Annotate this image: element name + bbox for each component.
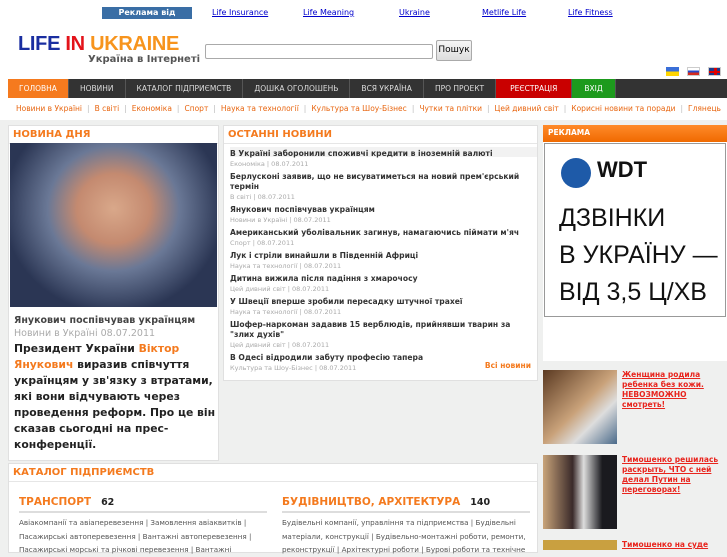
text: Президент України — [14, 342, 139, 355]
google-ads-badge: Реклама від Google — [102, 7, 192, 29]
logo[interactable]: LIFE IN UKRAINE — [18, 33, 179, 56]
category-links[interactable]: Авіакомпанії та авіаперевезення | Замовл… — [19, 516, 267, 557]
catalog-category: ТРАНСПОРТ 62 Авіакомпанії та авіаперевезе… — [19, 490, 267, 557]
logo-word: IN — [65, 33, 85, 55]
promo-link[interactable]: Тимошенко решилась раскрыть, ЧТО с ней д… — [622, 455, 722, 495]
nav-about[interactable]: ПРО ПРОЕКТ — [424, 79, 497, 98]
promo-link[interactable]: Тимошенко на суде — [622, 540, 722, 550]
promo-link[interactable]: Женщина родила ребенка без кожи. НЕВОЗМО… — [622, 370, 722, 410]
category-name[interactable]: БУДІВНИЦТВО, АРХІТЕКТУРА — [282, 496, 460, 508]
nav-home[interactable]: ГОЛОВНА — [8, 79, 69, 98]
search-input[interactable] — [205, 44, 433, 59]
ad-banner[interactable]: WDT ДЗВІНКИ В УКРАЇНУ — ВІД 3,5 Ц/ХВ — [544, 143, 726, 317]
ad-line: ДЗВІНКИ — [559, 204, 666, 232]
all-news-link[interactable]: Всі новини — [485, 361, 531, 370]
ad-box: РЕКЛАМА WDT ДЗВІНКИ В УКРАЇНУ — ВІД 3,5 Ц/… — [543, 125, 727, 361]
subnav-item[interactable]: Корисні новини та поради — [571, 100, 675, 118]
subnav-item[interactable]: Глянець — [688, 100, 721, 118]
news-item: Шофер-наркоман задавив 15 верблюдів, при… — [230, 318, 537, 350]
nav-board[interactable]: ДОШКА ОГОЛОШЕНЬ — [243, 79, 351, 98]
subnav-item[interactable]: Спорт — [184, 100, 208, 118]
logo-word: LIFE — [18, 33, 61, 55]
news-meta: Наука та технології | 08.07.2011 — [230, 308, 342, 316]
ad-title: РЕКЛАМА — [543, 125, 727, 142]
latest-news-title: ОСТАННІ НОВИНИ — [224, 126, 537, 144]
news-title[interactable]: У Швеції вперше зробили пересадку штучно… — [230, 295, 537, 307]
nav-catalog[interactable]: КАТАЛОГ ПІДПРИЄМСТВ — [126, 79, 244, 98]
news-title[interactable]: Дитина вижила після падіння з хмарочосу — [230, 272, 537, 284]
subnav-item[interactable]: Наука та технології — [221, 100, 299, 118]
ad-link[interactable]: Ukraine — [399, 7, 430, 19]
news-meta: Цей дивний світ | 08.07.2011 — [230, 285, 330, 293]
subnav-item[interactable]: В світі — [95, 100, 120, 118]
news-item: У Швеції вперше зробили пересадку штучно… — [230, 295, 537, 317]
news-item: Янукович поспівчував українцям Новини в У… — [230, 203, 537, 225]
logo-word: UKRAINE — [90, 33, 180, 55]
news-item: В Україні заборонили споживчі кредити в … — [230, 147, 537, 169]
news-title[interactable]: Американський уболівальник загинув, нама… — [230, 226, 537, 238]
day-news-headline[interactable]: Янукович поспівчував українцям — [14, 315, 216, 326]
latest-news-list: В Україні заборонили споживчі кредити в … — [224, 144, 537, 373]
news-title[interactable]: Шофер-наркоман задавив 15 верблюдів, при… — [230, 318, 537, 340]
subnav-item[interactable]: Економіка — [132, 100, 172, 118]
slogan: Україна в Інтернеті — [88, 54, 201, 65]
subnav-item[interactable]: Цей дивний світ — [495, 100, 559, 118]
ad-link[interactable]: Metlife Life — [482, 7, 526, 19]
subnav-item[interactable]: Чутки та плітки — [419, 100, 482, 118]
news-item: Берлусконі заявив, що не висуватиметься … — [230, 170, 537, 202]
ad-line: В УКРАЇНУ — — [559, 241, 718, 269]
catalog-box: КАТАЛОГ ПІДПРИЄМСТВ ТРАНСПОРТ 62 Авіакомп… — [8, 463, 538, 554]
news-meta: Цей дивний світ | 08.07.2011 — [230, 341, 330, 349]
ad-brand: WDT — [597, 157, 648, 182]
day-news-meta: Новини в Україні 08.07.2011 — [14, 328, 156, 339]
news-title[interactable]: Берлусконі заявив, що не висуватиметься … — [230, 170, 537, 192]
catalog-category: БУДІВНИЦТВО, АРХІТЕКТУРА 140 Будівельні к… — [282, 490, 530, 557]
news-meta: В світі | 08.07.2011 — [230, 193, 295, 201]
ad-line: ВІД 3,5 Ц/ХВ — [559, 278, 707, 306]
ad-link[interactable]: Life Insurance — [212, 7, 268, 19]
news-meta: Новини в Україні | 08.07.2011 — [230, 216, 331, 224]
catalog-title: КАТАЛОГ ПІДПРИЄМСТВ — [9, 464, 537, 482]
promo-image[interactable] — [543, 455, 617, 529]
news-meta: Спорт | 08.07.2011 — [230, 239, 295, 247]
sub-nav: Новини в Україні | В світі | Економіка | Сп… — [8, 100, 727, 118]
ad-text: ДЗВІНКИ В УКРАЇНУ — ВІД 3,5 Ц/ХВ — [559, 200, 718, 311]
wdt-logo-icon — [561, 158, 591, 188]
nav-news[interactable]: НОВИНИ — [69, 79, 126, 98]
category-count: 62 — [101, 497, 115, 508]
day-news-title: НОВИНА ДНЯ — [9, 126, 218, 144]
nav-all-ukraine[interactable]: ВСЯ УКРАЇНА — [350, 79, 424, 98]
news-meta: Наука та технології | 08.07.2011 — [230, 262, 342, 270]
category-count: 140 — [470, 497, 491, 508]
subnav-item[interactable]: Новини в Україні — [16, 100, 82, 118]
flag-ru-icon[interactable] — [687, 67, 700, 76]
news-title[interactable]: Янукович поспівчував українцям — [230, 203, 537, 215]
category-links[interactable]: Будівельні компанії, управління та підпр… — [282, 516, 530, 557]
news-photo[interactable] — [10, 143, 217, 307]
subnav-item[interactable]: Культура та Шоу-Бізнес — [311, 100, 407, 118]
news-item: Американський уболівальник загинув, нама… — [230, 226, 537, 248]
day-news-content: Янукович поспівчував українцям Новини в … — [14, 315, 216, 453]
news-item: Лук і стріли винайшли в Південній Африці… — [230, 249, 537, 271]
news-title[interactable]: В Україні заборонили споживчі кредити в … — [230, 147, 537, 159]
ad-link[interactable]: Life Fitness — [568, 7, 613, 19]
ad-link[interactable]: Life Meaning — [303, 7, 354, 19]
news-meta: Економіка | 08.07.2011 — [230, 160, 309, 168]
day-news-text: Президент України Віктор Янукович вирази… — [14, 341, 216, 453]
latest-news-box: ОСТАННІ НОВИНИ В Україні заборонили спож… — [223, 125, 538, 381]
nav-login[interactable]: ВХІД — [572, 79, 616, 98]
text: виразив співчуття українцям у зв'язку з … — [14, 358, 216, 451]
search-button[interactable]: Пошук — [436, 40, 472, 61]
news-item: Дитина вижила після падіння з хмарочосу Ц… — [230, 272, 537, 294]
promo-image[interactable] — [543, 540, 617, 550]
category-name[interactable]: ТРАНСПОРТ — [19, 496, 91, 508]
flag-uk-icon[interactable] — [708, 67, 721, 76]
nav-register[interactable]: РЕЄСТРАЦІЯ — [496, 79, 573, 98]
flag-ua-icon[interactable] — [666, 67, 679, 76]
news-title[interactable]: Лук і стріли винайшли в Південній Африці — [230, 249, 537, 261]
main-nav: ГОЛОВНА НОВИНИ КАТАЛОГ ПІДПРИЄМСТВ ДОШКА… — [8, 79, 727, 98]
promo-image[interactable] — [543, 370, 617, 444]
